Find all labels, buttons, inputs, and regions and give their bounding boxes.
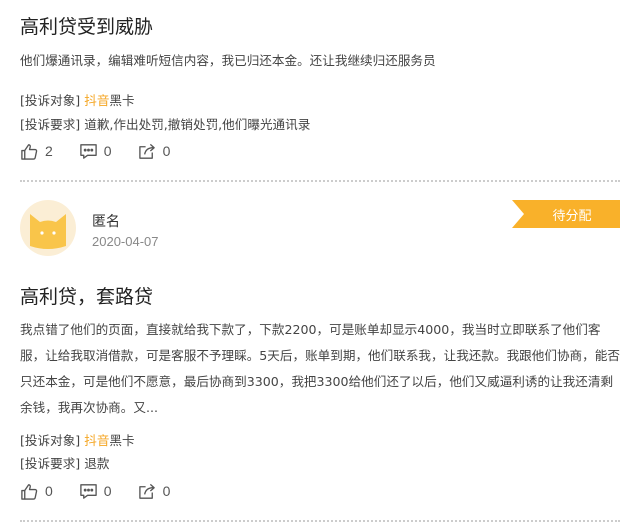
comment-icon — [80, 483, 97, 499]
post-date: 2020-04-07 — [92, 234, 159, 249]
complaint-target: [投诉对象] 抖音黑卡 — [20, 90, 135, 109]
complaint-target-label: [投诉对象] — [20, 93, 81, 108]
complaint-demand-label: [投诉要求] — [20, 456, 81, 471]
complaint-target-name: 黑卡 — [109, 433, 135, 448]
comment-icon — [80, 143, 97, 159]
author-name[interactable]: 匿名 — [92, 211, 120, 231]
post-divider — [20, 520, 620, 522]
complaint-target: [投诉对象] 抖音黑卡 — [20, 430, 135, 449]
share-count: 0 — [162, 483, 171, 499]
post-actions: 0 0 0 — [20, 481, 196, 501]
complaint-target-label: [投诉对象] — [20, 433, 81, 448]
thumb-up-icon — [21, 483, 38, 500]
status-badge: 待分配 — [512, 200, 620, 228]
complaint-demand: [投诉要求] 道歉,作出处罚,撤销处罚,他们曝光通讯录 — [20, 114, 310, 133]
comment-button[interactable]: 0 — [79, 482, 112, 501]
like-button[interactable]: 2 — [20, 142, 53, 161]
comment-count: 0 — [103, 143, 112, 159]
share-icon — [138, 143, 155, 159]
comment-count: 0 — [103, 483, 112, 499]
complaint-demand-value: 退款 — [84, 456, 110, 471]
complaint-demand: [投诉要求] 退款 — [20, 453, 109, 472]
avatar[interactable] — [20, 200, 76, 256]
like-count: 0 — [45, 483, 53, 499]
thumb-up-icon — [21, 143, 38, 160]
cat-avatar-icon — [30, 214, 66, 249]
share-icon — [138, 483, 155, 499]
like-button[interactable]: 0 — [20, 482, 53, 501]
complaint-demand-label: [投诉要求] — [20, 117, 81, 132]
comment-button[interactable]: 0 — [79, 142, 112, 161]
post-actions: 2 0 0 — [20, 141, 196, 161]
post-title[interactable]: 高利贷受到威胁 — [20, 12, 153, 39]
share-count: 0 — [162, 143, 171, 159]
complaint-target-name: 黑卡 — [109, 93, 135, 108]
complaint-target-brand[interactable]: 抖音 — [84, 93, 109, 108]
share-button[interactable]: 0 — [138, 142, 171, 161]
post-title[interactable]: 高利贷，套路贷 — [20, 282, 153, 309]
post-summary[interactable]: 他们爆通讯录，编辑难听短信内容，我已归还本金。还让我继续归还服务员 — [20, 48, 620, 74]
post-divider — [20, 180, 620, 182]
complaint-target-brand[interactable]: 抖音 — [84, 433, 109, 448]
complaint-demand-value: 道歉,作出处罚,撤销处罚,他们曝光通讯录 — [84, 117, 311, 132]
like-count: 2 — [45, 143, 53, 159]
post-summary[interactable]: 我点错了他们的页面，直接就给我下款了，下款2200，可是账单却显示4000，我当… — [20, 317, 620, 421]
share-button[interactable]: 0 — [138, 482, 171, 501]
